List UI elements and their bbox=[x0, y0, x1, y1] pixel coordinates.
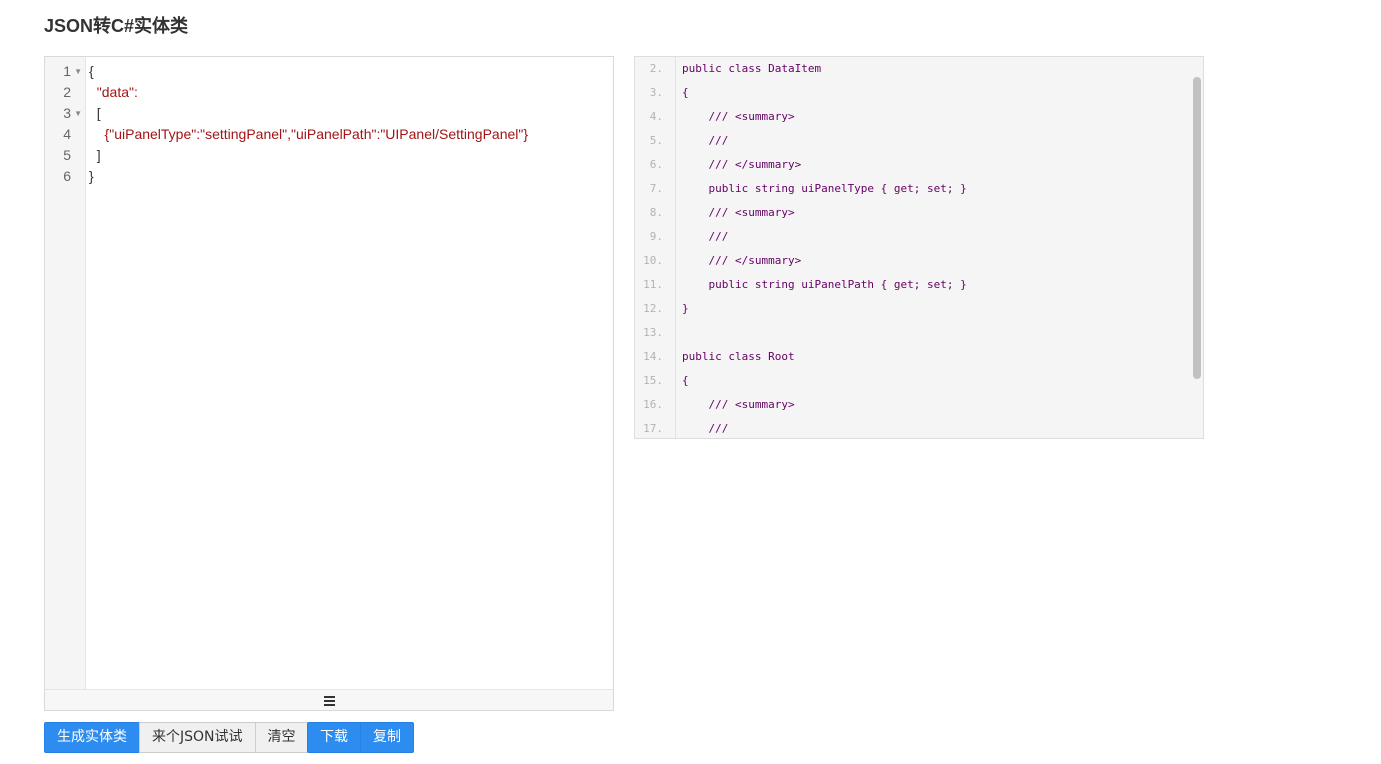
output-actions-group: 下载 复制 bbox=[307, 722, 414, 753]
cs-line-number: 4. bbox=[649, 110, 663, 123]
cs-line-text: /// <summary> bbox=[682, 110, 795, 123]
cs-line-number: 9. bbox=[649, 230, 663, 243]
json-code-line[interactable]: {"uiPanelType":"settingPanel","uiPanelPa… bbox=[89, 124, 613, 145]
json-code-line[interactable]: } bbox=[89, 166, 613, 187]
json-code-line[interactable]: "data": bbox=[89, 82, 613, 103]
fold-arrow-icon[interactable]: ▼ bbox=[74, 103, 82, 124]
cs-line-number: 14. bbox=[643, 350, 663, 363]
cs-line-number: 16. bbox=[643, 398, 663, 411]
cs-line-number: 10. bbox=[643, 254, 663, 267]
cs-code-line: 10. /// </summary> bbox=[635, 249, 1195, 273]
page-title: JSON转C#实体类 bbox=[44, 16, 189, 36]
json-code-line[interactable]: ] bbox=[89, 145, 613, 166]
line-number: 2 bbox=[63, 84, 71, 100]
json-code-area[interactable]: { "data": [ {"uiPanelType":"settingPanel… bbox=[89, 61, 613, 187]
cs-scrollbar[interactable] bbox=[1191, 57, 1203, 438]
cs-line-text: public string uiPanelPath { get; set; } bbox=[682, 278, 967, 291]
cs-line-text: /// </summary> bbox=[682, 254, 802, 267]
cs-code-line: 12.} bbox=[635, 297, 1195, 321]
line-number: 6 bbox=[63, 168, 71, 184]
cs-line-text: /// bbox=[682, 134, 729, 147]
line-number: 3 ▼ bbox=[45, 103, 85, 124]
cs-line-number: 7. bbox=[649, 182, 663, 195]
cs-code-line: 7. public string uiPanelType { get; set;… bbox=[635, 177, 1195, 201]
cs-line-text: public class Root bbox=[682, 350, 795, 363]
cs-line-text: public class DataItem bbox=[682, 62, 822, 75]
download-button[interactable]: 下载 bbox=[307, 722, 361, 753]
clear-button[interactable]: 清空 bbox=[254, 722, 309, 753]
json-code-line[interactable]: [ bbox=[89, 103, 613, 124]
cs-line-number: 6. bbox=[649, 158, 663, 171]
cs-scrollbar-thumb[interactable] bbox=[1193, 77, 1201, 379]
cs-line-number: 15. bbox=[643, 374, 663, 387]
cs-line-number: 17. bbox=[643, 422, 663, 435]
line-number: 4 bbox=[63, 126, 71, 142]
cs-code-line: 9. /// bbox=[635, 225, 1195, 249]
cs-line-number: 8. bbox=[649, 206, 663, 219]
line-number: 1 ▼ bbox=[45, 61, 85, 82]
line-number: 5 bbox=[63, 147, 71, 163]
cs-line-text: } bbox=[682, 302, 689, 315]
cs-output-panel[interactable]: 2. public class DataItem 3. {4. /// <summar… bbox=[634, 56, 1204, 439]
cs-line-number: 13. bbox=[643, 326, 663, 339]
cs-code-line: 6. /// </summary> bbox=[635, 153, 1195, 177]
editor-resize-handle[interactable] bbox=[45, 689, 613, 710]
json-code-line[interactable]: { bbox=[89, 61, 613, 82]
cs-line-text: /// bbox=[682, 230, 729, 243]
copy-button[interactable]: 复制 bbox=[360, 722, 414, 753]
cs-line-text: /// bbox=[682, 422, 729, 435]
cs-line-text: { bbox=[682, 374, 689, 387]
generate-button[interactable]: 生成实体类 bbox=[44, 722, 140, 753]
cs-code-line: 3. { bbox=[635, 81, 1195, 105]
cs-line-text: public string uiPanelType { get; set; } bbox=[682, 182, 967, 195]
cs-line-number: 3. bbox=[649, 86, 663, 99]
cs-line-text: /// </summary> bbox=[682, 158, 802, 171]
fold-arrow-icon[interactable]: ▼ bbox=[74, 61, 82, 82]
cs-code-line: 5. /// bbox=[635, 129, 1195, 153]
hamburger-icon bbox=[323, 695, 335, 706]
editor-actions-group: 生成实体类 来个JSON试试 清空 bbox=[44, 722, 309, 753]
json-editor-gutter: 1 ▼ 2 3 ▼ 4 5 6 bbox=[45, 57, 86, 689]
cs-line-text: /// <summary> bbox=[682, 398, 795, 411]
cs-line-number: 12. bbox=[643, 302, 663, 315]
cs-line-text: /// <summary> bbox=[682, 206, 795, 219]
try-json-button[interactable]: 来个JSON试试 bbox=[139, 722, 256, 753]
cs-code-line: 15. { bbox=[635, 369, 1195, 393]
cs-code-line: 4. /// <summary> bbox=[635, 105, 1195, 129]
cs-line-number: 11. bbox=[643, 278, 663, 291]
cs-code-line: 8. /// <summary> bbox=[635, 201, 1195, 225]
cs-line-number: 2. bbox=[649, 62, 663, 75]
cs-code-line: 16. /// <summary> bbox=[635, 393, 1195, 417]
cs-line-text: { bbox=[682, 86, 689, 99]
cs-code-line: 2. public class DataItem bbox=[635, 57, 1195, 81]
cs-code-line: 11. public string uiPanelPath { get; set… bbox=[635, 273, 1195, 297]
cs-code-line: 13. bbox=[635, 321, 1195, 345]
cs-code-line: 14. public class Root bbox=[635, 345, 1195, 369]
json-input-editor[interactable]: 1 ▼ 2 3 ▼ 4 5 6 { "data": [ {"uiPanelTyp… bbox=[44, 56, 614, 711]
cs-code-line: 17. /// bbox=[635, 417, 1195, 438]
cs-line-number: 5. bbox=[649, 134, 663, 147]
